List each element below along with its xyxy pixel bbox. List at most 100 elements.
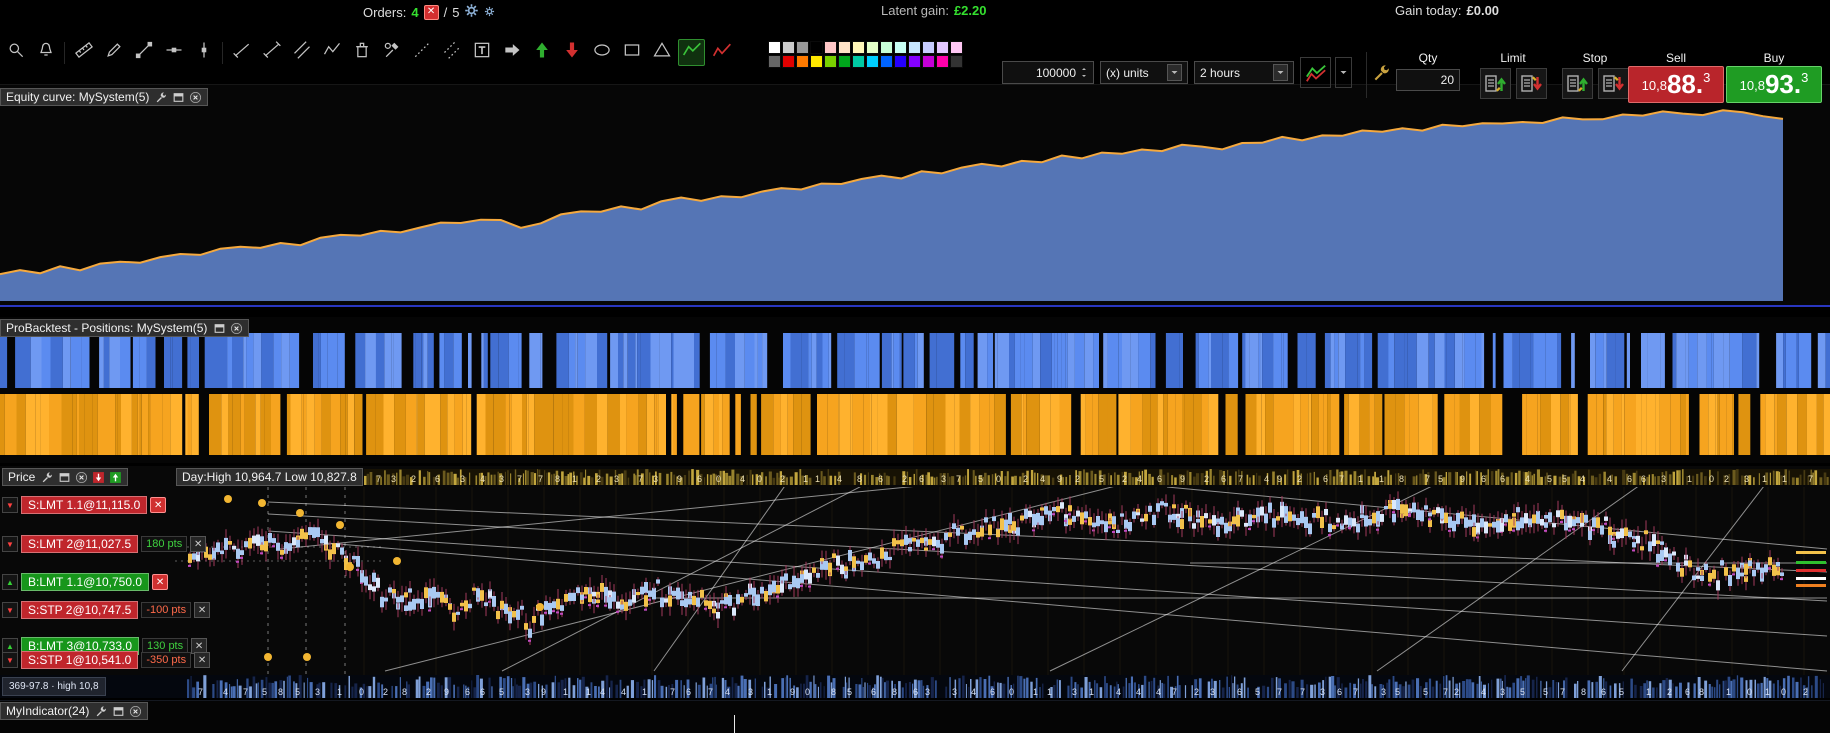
palette-swatch[interactable] bbox=[880, 55, 893, 68]
palette-swatch[interactable] bbox=[852, 41, 865, 54]
buy-button[interactable]: 10,8 93. 3 bbox=[1726, 66, 1822, 103]
palette-swatch[interactable] bbox=[922, 41, 935, 54]
wrench-icon[interactable] bbox=[154, 90, 168, 104]
tool-rectangle-button[interactable] bbox=[618, 39, 645, 66]
tool-polyline-button[interactable] bbox=[318, 39, 345, 66]
tool-triangle-button[interactable] bbox=[648, 39, 675, 66]
order-label[interactable]: S:STP 1@10,541.0 bbox=[21, 651, 139, 669]
chart-style-button[interactable] bbox=[1300, 57, 1331, 88]
tool-parallel-lines-button[interactable] bbox=[438, 39, 465, 66]
order-row: ▼ S:LMT 1.1@11,115.0 ✕ bbox=[2, 495, 167, 515]
sell-box-icon[interactable] bbox=[91, 470, 105, 484]
tool-segment-button[interactable] bbox=[228, 39, 255, 66]
trade-qty-input[interactable]: 20 bbox=[1396, 69, 1460, 91]
tool-segment-ticks-button[interactable] bbox=[258, 39, 285, 66]
tool-zigzag-chart-button[interactable] bbox=[708, 39, 735, 66]
palette-swatch[interactable] bbox=[936, 41, 949, 54]
order-close-icon[interactable]: ✕ bbox=[194, 652, 211, 668]
palette-swatch[interactable] bbox=[908, 41, 921, 54]
limit-sell-button[interactable] bbox=[1515, 68, 1547, 99]
palette-swatch[interactable] bbox=[768, 55, 781, 68]
order-label[interactable]: S:LMT 1.1@11,115.0 bbox=[21, 496, 148, 514]
wrench-icon[interactable] bbox=[40, 470, 54, 484]
svg-text:1: 1 bbox=[1033, 687, 1038, 697]
stop-sell-button[interactable] bbox=[1597, 68, 1629, 99]
palette-swatch[interactable] bbox=[922, 55, 935, 68]
tool-ellipse-button[interactable] bbox=[588, 39, 615, 66]
orders-settings-gear-small-icon[interactable] bbox=[484, 5, 495, 20]
palette-swatch[interactable] bbox=[810, 41, 823, 54]
window-icon[interactable] bbox=[212, 321, 226, 335]
buy-box-icon[interactable] bbox=[108, 470, 122, 484]
palette-swatch[interactable] bbox=[824, 55, 837, 68]
palette-swatch[interactable] bbox=[796, 41, 809, 54]
palette-swatch[interactable] bbox=[950, 41, 963, 54]
tool-line-chart-button[interactable] bbox=[678, 39, 705, 66]
palette-swatch[interactable] bbox=[950, 55, 963, 68]
order-close-icon[interactable]: ✕ bbox=[150, 497, 167, 513]
order-close-icon[interactable]: ✕ bbox=[194, 602, 211, 618]
palette-swatch[interactable] bbox=[782, 41, 795, 54]
order-close-icon[interactable]: ✕ bbox=[152, 574, 169, 590]
order-size-input[interactable]: 100000 bbox=[1002, 61, 1094, 84]
tool-zoom-button[interactable] bbox=[2, 39, 29, 66]
tool-drawing-tools-button[interactable] bbox=[378, 39, 405, 66]
order-label[interactable]: S:LMT 2@11,027.5 bbox=[21, 535, 139, 553]
window-icon[interactable] bbox=[171, 90, 185, 104]
sell-button[interactable]: 10,8 88. 3 bbox=[1628, 66, 1724, 103]
chevron-down-icon[interactable] bbox=[1273, 64, 1288, 81]
palette-swatch[interactable] bbox=[810, 55, 823, 68]
svg-text:3: 3 bbox=[315, 687, 320, 697]
wrench-icon[interactable] bbox=[94, 704, 108, 718]
palette-swatch[interactable] bbox=[838, 41, 851, 54]
palette-swatch[interactable] bbox=[866, 55, 879, 68]
palette-swatch[interactable] bbox=[894, 55, 907, 68]
window-icon[interactable] bbox=[111, 704, 125, 718]
palette-swatch[interactable] bbox=[838, 55, 851, 68]
palette-swatch[interactable] bbox=[908, 55, 921, 68]
close-icon[interactable] bbox=[128, 704, 142, 718]
stop-buy-button[interactable] bbox=[1561, 68, 1593, 99]
chart-style-dropdown-icon[interactable] bbox=[1335, 57, 1352, 88]
palette-swatch[interactable] bbox=[880, 41, 893, 54]
palette-swatch[interactable] bbox=[824, 41, 837, 54]
close-icon[interactable] bbox=[229, 321, 243, 335]
limit-buy-button[interactable] bbox=[1479, 68, 1511, 99]
tool-arrow-right-button[interactable] bbox=[498, 39, 525, 66]
tool-horizontal-line-button[interactable] bbox=[160, 39, 187, 66]
svg-text:0: 0 bbox=[359, 687, 364, 697]
tool-ruler-button[interactable] bbox=[70, 39, 97, 66]
palette-swatch[interactable] bbox=[796, 55, 809, 68]
tool-dotted-line-button[interactable] bbox=[408, 39, 435, 66]
palette-swatch[interactable] bbox=[782, 55, 795, 68]
tool-alert-button[interactable] bbox=[32, 39, 59, 66]
tool-arrow-up-button[interactable] bbox=[528, 39, 555, 66]
order-label[interactable]: B:LMT 1.1@10,750.0 bbox=[21, 573, 150, 591]
timeframe-dropdown[interactable]: 2 hours bbox=[1194, 61, 1294, 84]
ruler-icon bbox=[74, 40, 94, 65]
palette-swatch[interactable] bbox=[866, 41, 879, 54]
palette-swatch[interactable] bbox=[936, 55, 949, 68]
order-label[interactable]: S:STP 2@10,747.5 bbox=[21, 601, 139, 619]
tool-trendline-button[interactable] bbox=[130, 39, 157, 66]
orders-settings-gear-icon[interactable] bbox=[464, 3, 479, 21]
tool-channel-button[interactable] bbox=[288, 39, 315, 66]
close-icon[interactable] bbox=[74, 470, 88, 484]
drawing-tools-icon bbox=[382, 40, 402, 65]
tool-vertical-line-button[interactable] bbox=[190, 39, 217, 66]
window-icon[interactable] bbox=[57, 470, 71, 484]
tool-arrow-down-button[interactable] bbox=[558, 39, 585, 66]
order-close-icon[interactable]: ✕ bbox=[190, 536, 207, 552]
tool-pencil-button[interactable] bbox=[100, 39, 127, 66]
palette-swatch[interactable] bbox=[768, 41, 781, 54]
chevron-down-icon[interactable] bbox=[1167, 64, 1182, 81]
palette-swatch[interactable] bbox=[894, 41, 907, 54]
cancel-orders-icon[interactable]: ✕ bbox=[423, 4, 439, 20]
tool-text-button[interactable] bbox=[468, 39, 495, 66]
close-icon[interactable] bbox=[188, 90, 202, 104]
spinner-icon[interactable] bbox=[1080, 66, 1088, 79]
tool-trash-button[interactable] bbox=[348, 39, 375, 66]
units-dropdown[interactable]: (x) units bbox=[1100, 61, 1188, 84]
trade-qty-value: 20 bbox=[1440, 73, 1454, 87]
palette-swatch[interactable] bbox=[852, 55, 865, 68]
